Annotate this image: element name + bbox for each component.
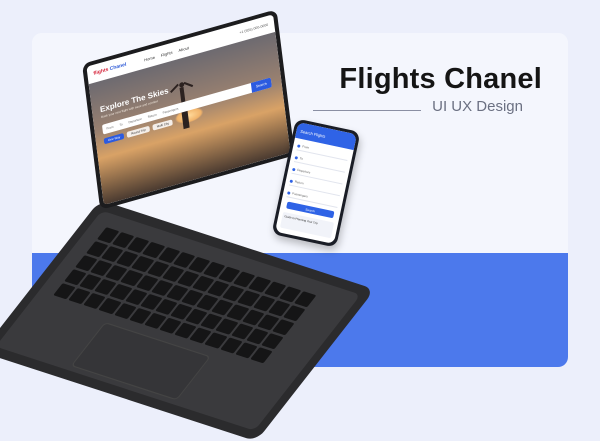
search-button[interactable]: Search (250, 77, 272, 93)
website-contact: +1 (555) 000-0000 (239, 22, 269, 35)
search-field-from[interactable]: From (106, 125, 113, 131)
page-title: Flights Chanel (339, 63, 542, 95)
subtitle-divider (313, 110, 421, 111)
tab-one-way[interactable]: One Way (103, 132, 125, 145)
phone-field-label: To (299, 156, 304, 161)
tab-multi-city[interactable]: Multi City (152, 119, 174, 131)
menu-item-flights[interactable]: Flights (160, 49, 172, 57)
phone-field-label: Departure (296, 167, 311, 175)
subtitle-row: UI UX Design (313, 98, 523, 116)
search-field-return[interactable]: Return (147, 113, 156, 119)
search-field-to[interactable]: To (119, 122, 123, 127)
page-subtitle: UI UX Design (432, 98, 523, 115)
user-icon (287, 190, 291, 195)
calendar-icon (292, 167, 296, 171)
logo-part2: Chanel (109, 61, 127, 73)
menu-item-about[interactable]: About (178, 45, 189, 53)
logo-part1: flights (93, 66, 109, 77)
phone-field-label: Passengers (291, 191, 309, 199)
menu-item-home[interactable]: Home (144, 54, 155, 62)
calendar-icon (289, 179, 294, 183)
location-icon (294, 155, 299, 160)
location-icon (297, 143, 301, 148)
phone-field-label: Return (294, 179, 305, 186)
search-field-departure[interactable]: Departure (128, 117, 142, 125)
phone-field-label: From (301, 144, 310, 150)
search-field-passengers[interactable]: Passengers (162, 106, 178, 114)
tab-round-trip[interactable]: Round Trip (126, 125, 151, 138)
